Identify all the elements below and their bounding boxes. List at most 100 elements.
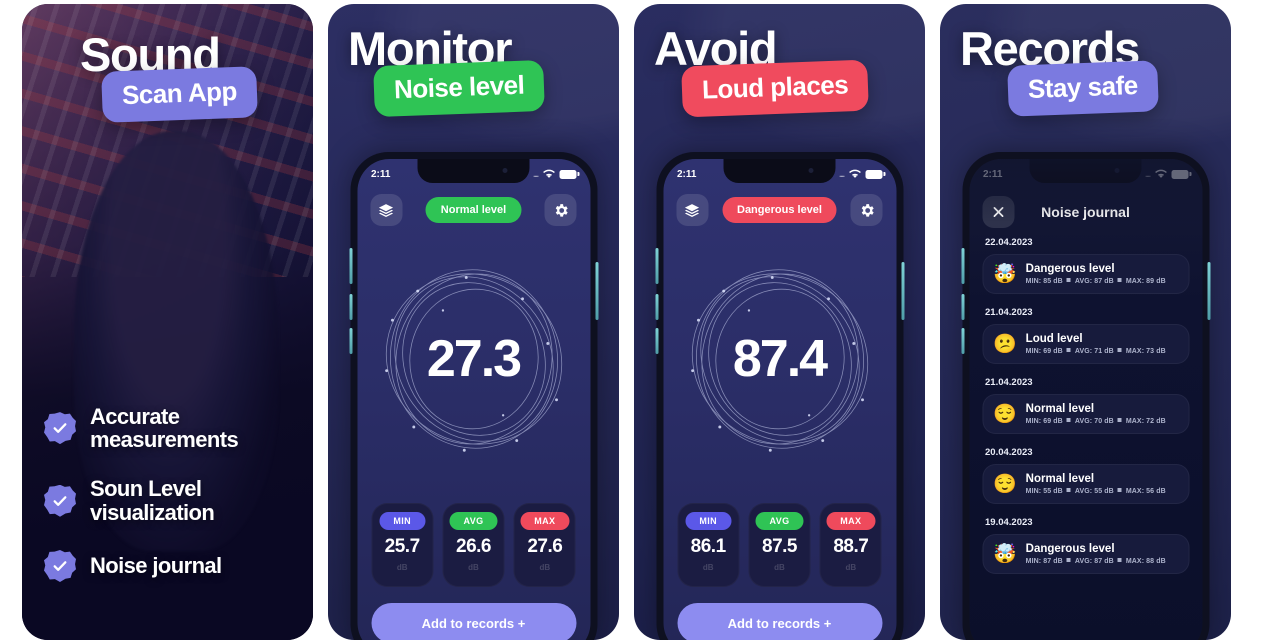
phone-screen: 2:11 .... Noise journal 22.04.2023 🤯 Dan…: [969, 159, 1202, 640]
entry-avg: AVG: 87 dB: [1074, 558, 1114, 565]
entry-stats: MIN: 85 dB AVG: 87 dB MAX: 89 dB: [1026, 278, 1166, 285]
stat-tag: MIN: [379, 512, 426, 530]
entry-date: 21.04.2023: [985, 377, 1033, 388]
feature-label: Accurate measurements: [90, 403, 239, 453]
entry-max: MAX: 56 dB: [1125, 488, 1166, 495]
stat-card-max: MAX 88.7 dB: [819, 503, 882, 587]
entry-avg: AVG: 71 dB: [1074, 348, 1114, 355]
layers-icon[interactable]: [370, 194, 402, 226]
separator-icon: [1066, 488, 1071, 492]
entry-date: 22.04.2023: [985, 237, 1033, 248]
entry-avg: AVG: 55 dB: [1074, 488, 1114, 495]
app-toolbar: Normal level: [357, 193, 590, 227]
stat-tag: AVG: [449, 512, 498, 530]
entry-stats: MIN: 69 dB AVG: 70 dB MAX: 72 dB: [1026, 418, 1166, 425]
panel-records: Records Stay safe 2:11 .... Noise journa…: [940, 4, 1231, 640]
phone-mockup: 2:11 .... Normal level 27.3 MIN 25.7 dB …: [349, 152, 598, 640]
battery-icon: [1171, 169, 1191, 179]
stat-card-avg: AVG 87.5 dB: [748, 503, 811, 587]
app-toolbar: Dangerous level: [663, 193, 896, 227]
separator-icon: [1117, 278, 1122, 282]
list-item[interactable]: 😌 Normal level MIN: 69 dB AVG: 70 dB MAX: …: [982, 394, 1189, 434]
status-time: 2:11: [371, 168, 391, 180]
list-item: Accurate measurements: [44, 405, 299, 452]
noise-level-visualization: 87.4: [663, 231, 896, 487]
entry-level: Normal level: [1025, 403, 1095, 415]
entry-stats: MIN: 87 dB AVG: 87 dB MAX: 88 dB: [1026, 558, 1166, 565]
monitor-heading-group: Monitor Noise level: [328, 25, 619, 118]
mood-emoji-icon: 😕: [993, 333, 1017, 355]
separator-icon: [1117, 488, 1122, 492]
feature-list: Accurate measurements Soun Level visuali…: [44, 405, 299, 582]
list-item[interactable]: 🤯 Dangerous level MIN: 85 dB AVG: 87 dB MA…: [982, 254, 1189, 294]
separator-icon: [1117, 348, 1122, 352]
check-icon: [44, 412, 76, 445]
phone-volume-up-button: [349, 294, 352, 320]
journal-entry-list[interactable]: 22.04.2023 🤯 Dangerous level MIN: 85 dB A…: [982, 237, 1189, 640]
entry-min: MIN: 55 dB: [1025, 488, 1063, 495]
entry-min: MIN: 85 dB: [1025, 278, 1063, 285]
mood-emoji-icon: 😌: [993, 473, 1017, 495]
entry-max: MAX: 73 dB: [1125, 348, 1166, 355]
subtitle-pill: Noise level: [373, 60, 546, 118]
journal-header: Noise journal: [969, 195, 1202, 229]
add-to-records-button[interactable]: Add to records +: [371, 603, 576, 640]
entry-stats: MIN: 55 dB AVG: 55 dB MAX: 56 dB: [1026, 488, 1166, 495]
stats-row: MIN 25.7 dB AVG 26.6 dB MAX 27.6 dB: [371, 503, 576, 587]
cellular-icon: ....: [839, 169, 845, 179]
mood-emoji-icon: 😌: [993, 403, 1017, 425]
feature-label: Soun Level visualization: [90, 476, 215, 525]
separator-icon: [1117, 558, 1122, 562]
stat-unit: dB: [774, 563, 785, 572]
entry-date: 20.04.2023: [985, 447, 1033, 458]
stat-tag: AVG: [755, 512, 804, 530]
list-item[interactable]: 😌 Normal level MIN: 55 dB AVG: 55 dB MAX: …: [982, 464, 1189, 504]
journal-group: 20.04.2023 😌 Normal level MIN: 55 dB AVG:…: [982, 447, 1189, 504]
entry-level: Loud level: [1025, 333, 1083, 345]
wifi-icon: [848, 169, 861, 179]
status-badge: Dangerous level: [722, 197, 837, 223]
mood-emoji-icon: 🤯: [993, 263, 1017, 285]
subtitle-pill: Loud places: [681, 59, 870, 118]
phone-volume-up-button: [655, 294, 658, 320]
cellular-icon: ....: [1145, 169, 1151, 179]
app-store-screenshot-gallery: Sound Scan App Accurate measurements Sou…: [0, 0, 1273, 644]
entry-avg: AVG: 87 dB: [1074, 278, 1114, 285]
stat-card-avg: AVG 26.6 dB: [442, 503, 505, 587]
add-to-records-button[interactable]: Add to records +: [677, 603, 882, 640]
gear-icon[interactable]: [544, 194, 577, 226]
stat-value: 25.7: [384, 536, 420, 557]
phone-volume-down-button: [655, 328, 658, 354]
stat-value: 27.6: [527, 536, 563, 557]
entry-max: MAX: 88 dB: [1125, 558, 1166, 565]
separator-icon: [1117, 418, 1122, 422]
separator-icon: [1066, 558, 1071, 562]
list-item[interactable]: 🤯 Dangerous level MIN: 87 dB AVG: 87 dB MA…: [982, 534, 1189, 574]
phone-mockup: 2:11 .... Noise journal 22.04.2023 🤯 Dan…: [961, 152, 1210, 640]
battery-icon: [865, 169, 885, 179]
gear-icon[interactable]: [850, 194, 883, 226]
entry-level: Dangerous level: [1025, 263, 1115, 275]
screen-title: Noise journal: [1041, 204, 1130, 220]
list-item: Soun Level visualization: [44, 477, 299, 524]
check-icon: [44, 550, 76, 582]
separator-icon: [1066, 348, 1071, 352]
hero-subtitle-pill: Scan App: [101, 66, 258, 123]
close-icon[interactable]: [982, 196, 1014, 228]
separator-icon: [1066, 278, 1071, 282]
stat-unit: dB: [702, 563, 714, 572]
entry-level: Dangerous level: [1025, 543, 1115, 555]
phone-mockup: 2:11 .... Dangerous level 87.4 MIN 86.1 …: [655, 152, 904, 640]
wifi-icon: [1154, 169, 1167, 179]
hero-heading-group: Sound Scan App: [22, 31, 313, 123]
layers-icon[interactable]: [676, 194, 708, 226]
status-badge: Normal level: [425, 197, 522, 223]
list-item[interactable]: 😕 Loud level MIN: 69 dB AVG: 71 dB MAX: 73…: [982, 324, 1189, 364]
phone-volume-down-button: [961, 328, 964, 354]
phone-screen: 2:11 .... Normal level 27.3 MIN 25.7 dB …: [357, 159, 590, 640]
subtitle-pill: Stay safe: [1007, 60, 1159, 117]
phone-screen: 2:11 .... Dangerous level 87.4 MIN 86.1 …: [663, 159, 896, 640]
check-icon: [44, 484, 76, 517]
entry-level: Normal level: [1025, 473, 1095, 485]
noise-reading: 87.4: [732, 330, 828, 388]
